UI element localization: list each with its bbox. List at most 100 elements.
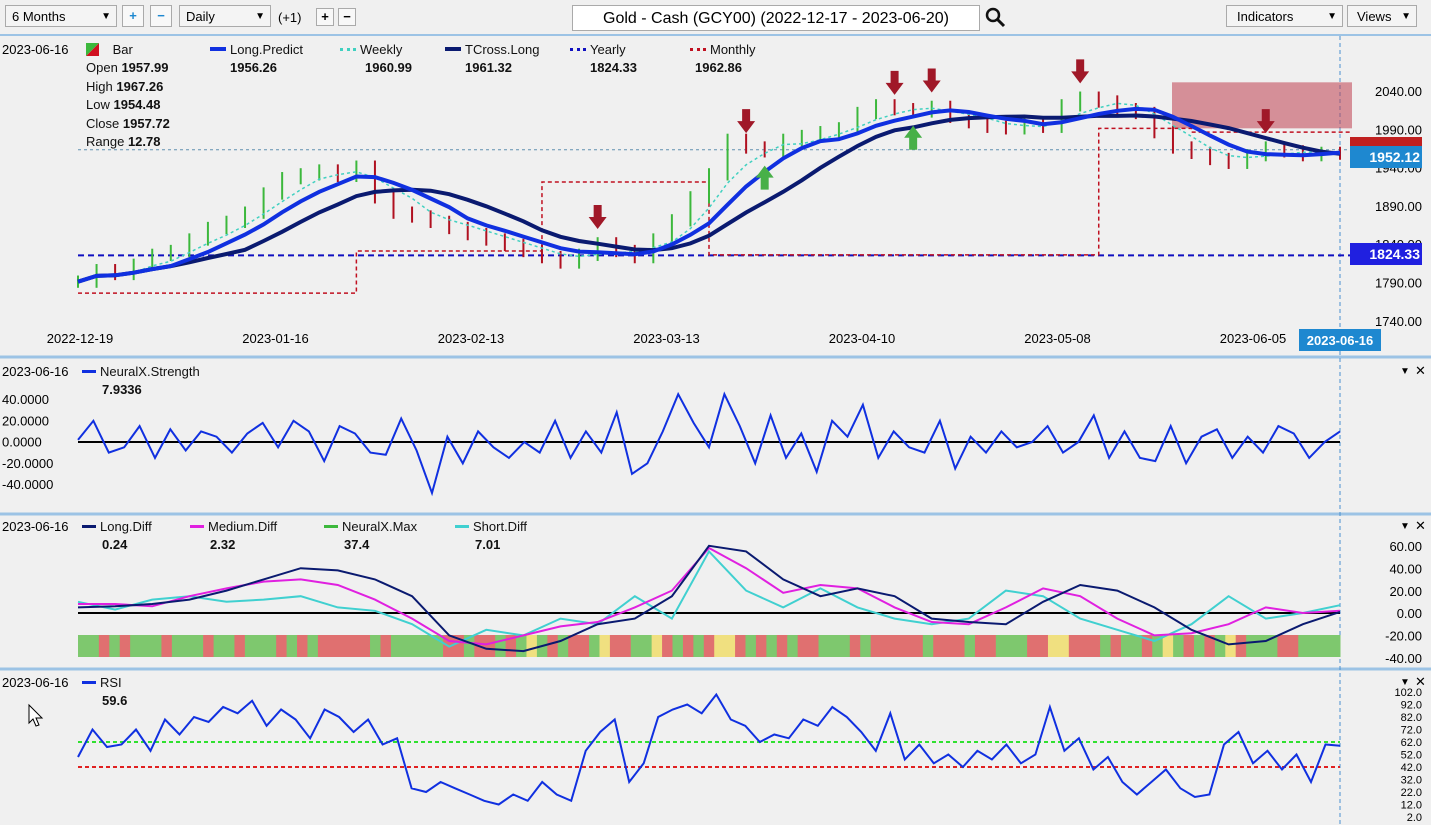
ohlc-value: 1957.99 (121, 60, 169, 75)
legend-name: TCross.Long (465, 42, 540, 57)
neuralx-max-bar (808, 635, 820, 657)
strength-tick: -20.0000 (2, 456, 53, 471)
ohlc-value: 1957.72 (122, 115, 170, 131)
legend-value: 1961.32 (465, 60, 512, 75)
chart-area[interactable]: ▼✕▼✕▼✕2040.001990.001940.001890.001840.0… (0, 0, 1431, 825)
close-icon[interactable]: ✕ (1415, 363, 1426, 378)
legend-swatch (690, 48, 706, 51)
rsi-tick: 32.0 (1401, 775, 1422, 787)
indicator-legend[interactable]: NeuralX.Strength (82, 364, 200, 379)
neuralx-max-bar (109, 635, 121, 657)
ohlc-key: Low (86, 97, 110, 112)
legend-name: Medium.Diff (208, 519, 278, 534)
legend-name: Weekly (360, 42, 403, 57)
neuralx-max-bar (1235, 635, 1247, 657)
panel-date: 2023-06-16 (2, 675, 69, 690)
legend-monthly[interactable]: Monthly (690, 42, 756, 57)
neuralx-max-bar (1037, 635, 1049, 657)
neuralx-max-bar (234, 635, 246, 657)
neuralx-max-bar (1100, 635, 1112, 657)
strength-tick: 40.0000 (2, 392, 49, 407)
neuralx-max-bar (1079, 635, 1091, 657)
neuralx-max-bar (964, 635, 976, 657)
legend-name: NeuralX.Strength (100, 364, 200, 379)
neuralx-max-bar (912, 635, 924, 657)
neuralx-max-bar (641, 635, 653, 657)
legend-swatch (570, 48, 586, 51)
neuralx-max-bar (526, 635, 538, 657)
neuralx-max-bar (1277, 635, 1289, 657)
neuralx-max-bar (140, 635, 152, 657)
neuralx-max-bar (849, 635, 861, 657)
neuralx-max-bar (787, 635, 799, 657)
neuralx-max-bar (328, 635, 340, 657)
neuralx-max-bar (1214, 635, 1226, 657)
osc-tick: -20.00 (1385, 629, 1422, 644)
last-price-label: 1952.12 (1369, 149, 1420, 165)
indicator-legend[interactable]: RSI (82, 675, 122, 690)
strength-tick: 0.0000 (2, 435, 42, 450)
legend-value: 0.24 (102, 537, 128, 552)
date-tick: 2023-03-13 (633, 331, 700, 346)
osc-tick: 40.00 (1389, 561, 1422, 576)
legend-name: Long.Predict (230, 42, 303, 57)
legend-swatch (445, 47, 461, 51)
neuralx-max-bar (735, 635, 747, 657)
legend-swatch (340, 48, 356, 51)
neuralx-max-bar (578, 635, 590, 657)
panel-date: 2023-06-16 (2, 519, 69, 534)
bar-icon (86, 43, 99, 56)
legend-tcross-long[interactable]: TCross.Long (445, 42, 539, 57)
legend-value: 2.32 (210, 537, 236, 552)
legend-value: 1960.99 (365, 60, 412, 75)
neuralx-max-bar (1058, 635, 1070, 657)
neuralx-max-bar (860, 635, 872, 657)
neuralx-max-bar (776, 635, 788, 657)
indicator-legend[interactable]: Short.Diff (455, 519, 527, 534)
neuralx-max-bar (244, 635, 256, 657)
ohlc-row: High 1967.26 (86, 78, 170, 97)
close-icon[interactable]: ✕ (1415, 518, 1426, 533)
neuralx-max-bar (766, 635, 778, 657)
osc-tick: -40.00 (1385, 651, 1422, 666)
neuralx-max-bar (1319, 635, 1331, 657)
neuralx-max-bar (182, 635, 194, 657)
neuralx-max-bar (703, 635, 715, 657)
date-tick: 2023-02-13 (438, 331, 505, 346)
neuralx-max-bar (891, 635, 903, 657)
neuralx-max-bar (1298, 635, 1310, 657)
ohlc-key: High (86, 78, 113, 94)
neuralx-max-bar (213, 635, 225, 657)
legend-long-predict[interactable]: Long.Predict (210, 42, 303, 57)
indicator-legend[interactable]: Long.Diff (82, 519, 152, 534)
neuralx-max-bar (1120, 635, 1132, 657)
neuralx-max-bar (130, 635, 142, 657)
neuralx-max-bar (714, 635, 726, 657)
neuralx-max-bar (755, 635, 767, 657)
neuralx-max-bar (98, 635, 110, 657)
price-date: 2023-06-16 (2, 42, 69, 57)
neuralx-max-bar (422, 635, 434, 657)
neuralx-max-bar (693, 635, 705, 657)
rsi-tick: 52.0 (1401, 750, 1422, 762)
legend-yearly[interactable]: Yearly (570, 42, 626, 57)
neuralx-max-bar (943, 635, 955, 657)
strength-tick: 20.0000 (2, 413, 49, 428)
bar-label: Bar (112, 42, 133, 57)
neuralx-max-bar (985, 635, 997, 657)
rsi-tick: 102.0 (1394, 687, 1422, 699)
neuralx-max-bar (1256, 635, 1268, 657)
legend-swatch (190, 525, 204, 528)
neuralx-max-bar (192, 635, 204, 657)
legend-name: NeuralX.Max (342, 519, 418, 534)
legend-swatch (324, 525, 338, 528)
neuralx-max-bar (484, 635, 496, 657)
ohlc-row: Range 12.78 (86, 133, 170, 152)
legend-weekly[interactable]: Weekly (340, 42, 402, 57)
indicator-legend[interactable]: Medium.Diff (190, 519, 277, 534)
legend-swatch (82, 370, 96, 373)
indicator-legend[interactable]: NeuralX.Max (324, 519, 417, 534)
legend-value: 59.6 (102, 693, 128, 708)
neuralx-max-bar (1089, 635, 1101, 657)
ohlc-key: Open (86, 60, 118, 75)
